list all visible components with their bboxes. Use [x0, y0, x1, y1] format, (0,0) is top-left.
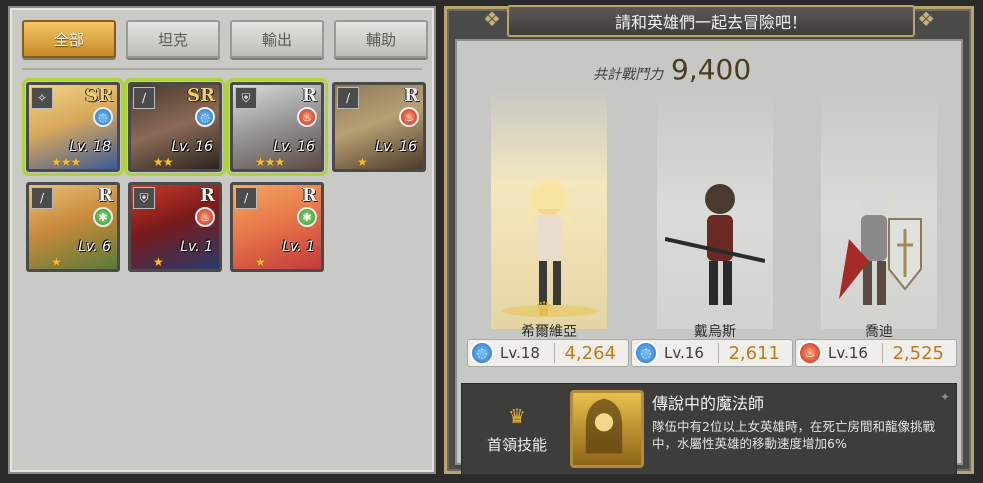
leader-skill-panel: ♛ 首領技能 傳說中的魔法師 隊伍中有2位以上女英雄時，在死亡房間和龍像挑戰中，… — [461, 383, 957, 475]
sword-icon: / — [337, 87, 359, 109]
party-hero-power: 4,264 — [564, 342, 616, 364]
ornament-icon: ❖ — [483, 7, 501, 31]
hero-level: Lv. 1 — [282, 239, 315, 255]
rarity-badge: SR — [187, 85, 215, 106]
hooded-mage-icon — [585, 398, 623, 454]
star-rating: ★ — [153, 255, 164, 269]
sword-icon: / — [31, 187, 53, 209]
banner-title: 請和英雄們一起去冒險吧！ — [507, 5, 915, 37]
rarity-badge: R — [302, 185, 317, 206]
rarity-badge: R — [404, 85, 419, 106]
party-hero-power: 2,611 — [728, 342, 780, 364]
hero-level: Lv. 16 — [273, 139, 315, 155]
total-power: 共計戰鬥力 9,400 — [593, 53, 751, 86]
hero-level: Lv. 1 — [180, 239, 213, 255]
party-hero-name: 戴烏斯 — [694, 324, 736, 340]
party-stat-box: ◌ Lv.16 2,611 — [631, 339, 793, 367]
water-element-icon: ◌ — [195, 107, 215, 127]
tab-tank[interactable]: 坦克 — [126, 20, 220, 58]
wind-element-icon: ✱ — [297, 207, 317, 227]
party-slot-2[interactable] — [657, 89, 773, 329]
party-slot-3[interactable] — [821, 89, 937, 329]
shield-icon: ⛨ — [133, 187, 155, 209]
party-hero-level: Lv.18 — [500, 344, 540, 362]
party-hero-power: 2,525 — [892, 342, 944, 364]
wind-element-icon: ✱ — [93, 207, 113, 227]
star-rating: ★ — [357, 155, 368, 169]
shield-icon: ⛨ — [235, 87, 257, 109]
hero-sprite — [839, 184, 922, 305]
hero-card[interactable]: ⛨ R ♨ Lv. 1 ★ — [128, 182, 222, 272]
water-element-icon: ◌ — [634, 341, 658, 365]
hero-card[interactable]: / R ♨ Lv. 16 ★ — [332, 82, 426, 172]
ornament-icon: ❖ — [917, 7, 935, 31]
star-rating: ★★★ — [255, 155, 285, 169]
fire-element-icon: ♨ — [297, 107, 317, 127]
party-hero-level: Lv.16 — [828, 344, 868, 362]
total-power-label: 共計戰鬥力 — [593, 67, 663, 83]
star-rating: ★★★ — [51, 155, 81, 169]
hero-level: Lv. 16 — [171, 139, 213, 155]
party-stat-box: ◌ Lv.18 4,264 — [467, 339, 629, 367]
hero-sprite — [665, 184, 765, 305]
leader-crown-icon: ♛ — [535, 297, 553, 321]
divider — [22, 68, 422, 70]
leader-skill-label: 首領技能 — [486, 435, 547, 454]
water-element-icon: ◌ — [470, 341, 494, 365]
divider — [554, 343, 555, 363]
fire-element-icon: ♨ — [399, 107, 419, 127]
party-slot-1[interactable] — [491, 89, 607, 329]
divider — [882, 343, 883, 363]
hero-level: Lv. 6 — [78, 239, 111, 255]
hero-roster-panel: 全部 坦克 輸出 輔助 ✧ SR ◌ Lv. 18 ★★★ / SR ◌ Lv.… — [8, 6, 436, 474]
hero-card[interactable]: / R ✱ Lv. 6 ★ — [26, 182, 120, 272]
sword-icon: / — [133, 87, 155, 109]
fire-element-icon: ♨ — [195, 207, 215, 227]
rarity-badge: R — [98, 185, 113, 206]
tab-support[interactable]: 輔助 — [334, 20, 428, 58]
star-rating: ★ — [51, 255, 62, 269]
party-hero-name: 希爾維亞 — [521, 324, 577, 340]
leader-skill-description: 隊伍中有2位以上女英雄時，在死亡房間和龍像挑戰中，水屬性英雄的移動速度增加6% — [652, 419, 935, 451]
party-hero-name: 喬迪 — [865, 324, 893, 340]
star-rating: ★★ — [153, 155, 173, 169]
crown-icon: ♛ — [508, 403, 526, 428]
rarity-badge: SR — [85, 85, 113, 106]
hero-card[interactable]: ⛨ R ♨ Lv. 16 ★★★ — [226, 78, 328, 176]
staff-icon: ✧ — [31, 87, 53, 109]
class-filter-tabs: 全部 坦克 輸出 輔助 — [22, 20, 428, 60]
leader-skill-name: 傳說中的魔法師 — [652, 394, 765, 413]
leader-skill-icon[interactable] — [570, 390, 644, 468]
rarity-badge: R — [200, 185, 215, 206]
star-rating: ★ — [255, 255, 266, 269]
hero-card[interactable]: ✧ SR ◌ Lv. 18 ★★★ — [22, 78, 124, 176]
party-stat-box: ♨ Lv.16 2,525 — [795, 339, 957, 367]
tab-all[interactable]: 全部 — [22, 20, 116, 58]
ornament-icon: ✦ — [939, 390, 950, 404]
party-panel: ❖ 請和英雄們一起去冒險吧！ ❖ 共計戰鬥力 9,400 ♛ 希爾維亞 戴烏斯 … — [444, 5, 974, 475]
fire-element-icon: ♨ — [798, 341, 822, 365]
party-hero-level: Lv.16 — [664, 344, 704, 362]
rarity-badge: R — [302, 85, 317, 106]
tab-damage[interactable]: 輸出 — [230, 20, 324, 58]
hero-card[interactable]: / R ✱ Lv. 1 ★ — [230, 182, 324, 272]
party-display: 共計戰鬥力 9,400 ♛ 希爾維亞 戴烏斯 喬迪 ◌ Lv.18 4,264 … — [455, 39, 963, 475]
water-element-icon: ◌ — [93, 107, 113, 127]
total-power-value: 9,400 — [671, 53, 752, 86]
hero-card[interactable]: / SR ◌ Lv. 16 ★★ — [124, 78, 226, 176]
divider — [718, 343, 719, 363]
hero-level: Lv. 18 — [69, 139, 111, 155]
leader-skill-label-group: ♛ 首領技能 — [472, 384, 562, 474]
sword-icon: / — [235, 187, 257, 209]
hero-level: Lv. 16 — [375, 139, 417, 155]
